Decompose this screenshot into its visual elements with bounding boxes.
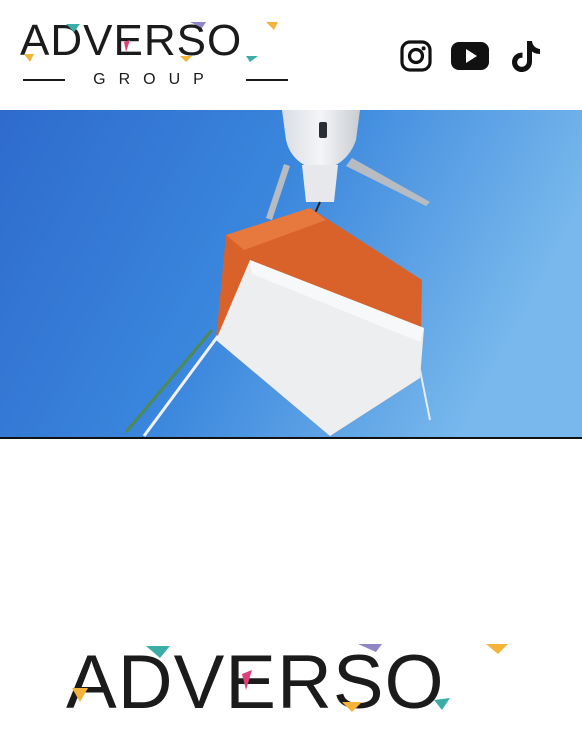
helicopter-container-illustration xyxy=(0,110,582,438)
logo-tagline-text: GROUP xyxy=(93,71,217,88)
tagline-rule-left xyxy=(23,79,65,81)
youtube-icon xyxy=(451,42,489,70)
adverso-group-logo[interactable]: ADVERSO GROUP xyxy=(20,18,288,90)
youtube-link[interactable] xyxy=(450,36,490,76)
instagram-link[interactable] xyxy=(396,36,436,76)
hero-divider xyxy=(0,437,582,439)
tiktok-icon xyxy=(512,41,540,72)
footer-logo-graphic: ADVERSO xyxy=(66,640,508,725)
footer-adverso-logo: ADVERSO xyxy=(66,640,522,725)
footer-logo-text: ADVERSO xyxy=(66,640,445,716)
tiktok-link[interactable] xyxy=(506,36,546,76)
logo-color-accents xyxy=(24,22,278,62)
tagline-rule-right xyxy=(246,79,288,81)
instagram-icon xyxy=(400,40,432,72)
site-header: ADVERSO GROUP xyxy=(0,0,582,110)
hero-image xyxy=(0,110,582,438)
logo-tagline: GROUP xyxy=(20,70,288,90)
